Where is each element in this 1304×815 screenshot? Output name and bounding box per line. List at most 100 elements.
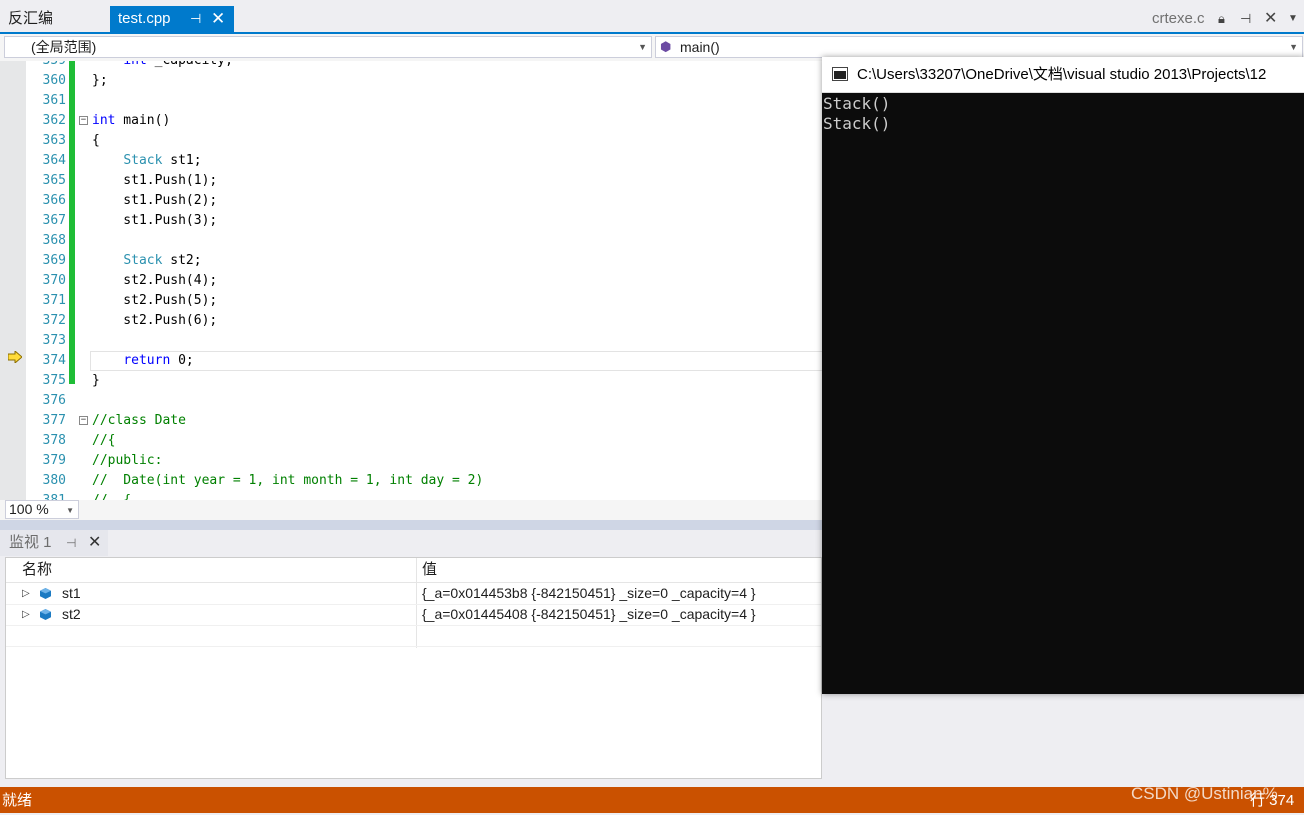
pin-icon[interactable]: ⊣ (1240, 6, 1251, 32)
line-number: 372 (42, 313, 66, 328)
line-number: 378 (42, 433, 66, 448)
close-icon[interactable]: ✕ (88, 530, 101, 556)
line-number: 370 (42, 273, 66, 288)
object-cube-icon (40, 609, 51, 620)
code-line[interactable]: } (92, 371, 100, 391)
function-dropdown[interactable]: ⬢ main() ▼ (655, 36, 1303, 58)
line-numbers: 359 360 361 362 363 364 365 366 367 368 369 370 371 3… (26, 61, 68, 500)
line-number: 360 (42, 73, 66, 88)
console-title-path: C:\Users\33207\OneDrive\文档\visual studio… (857, 66, 1267, 83)
line-number: 368 (42, 233, 66, 248)
code-line[interactable]: st1.Push(1); (92, 171, 217, 191)
status-text: 就绪 (2, 792, 33, 809)
chevron-down-icon[interactable]: ▼ (1288, 6, 1298, 32)
tab-test-cpp-label: test.cpp (118, 10, 171, 27)
code-line[interactable]: { (92, 131, 100, 151)
watch-value: {_a=0x014453b8 {-842150451} _size=0 _cap… (422, 585, 756, 601)
line-number: 374 (42, 353, 66, 368)
column-header-value[interactable]: 值 (422, 558, 437, 582)
console-output-line: Stack() (823, 94, 891, 113)
method-cube-icon: ⬢ (660, 39, 672, 54)
watch-tab-bar: 监视 1 ⊣ ✕ (0, 530, 822, 556)
status-bar: 就绪 行 374 (0, 787, 1304, 813)
current-line-highlight (90, 351, 822, 371)
console-window[interactable]: C:\Users\33207\OneDrive\文档\visual studio… (822, 57, 1304, 694)
console-title-bar[interactable]: C:\Users\33207\OneDrive\文档\visual studio… (822, 57, 1304, 93)
console-output-line: Stack() (823, 114, 891, 133)
chevron-down-icon: ▼ (638, 42, 647, 52)
object-cube-icon (40, 588, 51, 599)
function-dropdown-value: main() (680, 39, 720, 55)
scope-dropdown[interactable]: (全局范围) ▼ (4, 36, 652, 58)
tab-watch-1[interactable]: 监视 1 ⊣ ✕ (0, 530, 108, 556)
code-line[interactable]: return 0; (92, 351, 193, 371)
watch-panel[interactable]: 名称 值 ▷ st1 {_a=0x014453b8 {-842150451} _si… (5, 557, 822, 779)
watch-tab-label: 监视 1 (9, 534, 52, 551)
code-line[interactable]: // { (92, 491, 131, 500)
chevron-down-icon: ▼ (1289, 42, 1298, 52)
code-line[interactable]: int main() (92, 111, 170, 131)
line-number: 363 (42, 133, 66, 148)
scope-dropdown-value: (全局范围) (31, 39, 97, 55)
pin-icon[interactable]: ⊣ (66, 530, 76, 556)
watch-value: {_a=0x01445408 {-842150451} _size=0 _cap… (422, 606, 756, 622)
code-line[interactable]: st2.Push(5); (92, 291, 217, 311)
code-line[interactable]: //{ (92, 431, 115, 451)
close-icon[interactable]: ✕ (211, 6, 225, 32)
line-number: 365 (42, 173, 66, 188)
code-line[interactable]: int _capacity; (92, 61, 233, 71)
zoom-bar: 100 % ▼ (0, 500, 822, 520)
current-statement-arrow-icon (8, 351, 22, 363)
column-header-name[interactable]: 名称 (22, 558, 52, 582)
pin-icon[interactable]: ⊣ (190, 6, 201, 32)
code-line[interactable]: Stack st2; (92, 251, 201, 271)
lock-icon: 🔒︎ (1218, 11, 1225, 26)
line-number: 359 (26, 61, 66, 71)
zoom-dropdown[interactable]: 100 % ▼ (5, 500, 79, 519)
code-line[interactable]: //class Date (92, 411, 186, 431)
code-line[interactable]: st1.Push(2); (92, 191, 217, 211)
line-number: 362 (42, 113, 66, 128)
code-line[interactable]: st2.Push(4); (92, 271, 217, 291)
collapse-icon[interactable]: − (79, 116, 88, 125)
code-line[interactable]: st2.Push(6); (92, 311, 217, 331)
watch-header-row: 名称 值 (6, 558, 821, 583)
code-line[interactable]: //public: (92, 451, 162, 471)
line-number: 367 (42, 213, 66, 228)
line-number: 377 (42, 413, 66, 428)
code-line[interactable]: // Date(int year = 1, int month = 1, int… (92, 471, 483, 491)
close-icon[interactable]: ✕ (1264, 6, 1277, 32)
line-number: 376 (42, 393, 66, 408)
tab-crtexe-label: crtexe.c (1152, 10, 1205, 27)
code-line[interactable]: st1.Push(3); (92, 211, 217, 231)
line-number: 380 (42, 473, 66, 488)
collapse-icon[interactable]: − (79, 416, 88, 425)
watch-row[interactable]: ▷ st1 {_a=0x014453b8 {-842150451} _size=0 … (6, 583, 821, 605)
watch-row[interactable] (6, 625, 821, 647)
expand-arrow-icon[interactable]: ▷ (22, 604, 30, 625)
code-line[interactable]: }; (92, 71, 108, 91)
line-number: 371 (42, 293, 66, 308)
console-app-icon (832, 67, 848, 81)
watch-row[interactable]: ▷ st2 {_a=0x01445408 {-842150451} _size=0 … (6, 604, 821, 626)
line-number: 366 (42, 193, 66, 208)
panel-splitter[interactable] (0, 520, 822, 530)
zoom-value: 100 % (9, 501, 49, 517)
code-editor[interactable]: 359 360 361 362 363 364 365 366 367 368 369 370 371 3… (0, 61, 822, 500)
code-line[interactable]: Stack st1; (92, 151, 201, 171)
tab-crtexe-c[interactable]: crtexe.c 🔒︎ ⊣ ✕ ▼ (1144, 6, 1304, 32)
line-number: 364 (42, 153, 66, 168)
line-number: 361 (42, 93, 66, 108)
tab-disassembly[interactable]: 反汇编 (0, 6, 110, 32)
chevron-down-icon: ▼ (66, 506, 74, 515)
line-number: 381 (26, 491, 66, 500)
change-tracking-bar (69, 61, 75, 384)
expand-arrow-icon[interactable]: ▷ (22, 583, 30, 604)
code-area[interactable]: int _capacity;};int main()−{ Stack st1; … (76, 61, 822, 500)
line-number: 369 (42, 253, 66, 268)
watermark-text: CSDN @Ustinian% (1131, 784, 1278, 803)
glyph-margin[interactable] (0, 61, 26, 500)
line-number: 379 (42, 453, 66, 468)
watch-name: st2 (62, 606, 81, 622)
tab-test-cpp[interactable]: test.cpp ⊣ ✕ (110, 6, 234, 32)
